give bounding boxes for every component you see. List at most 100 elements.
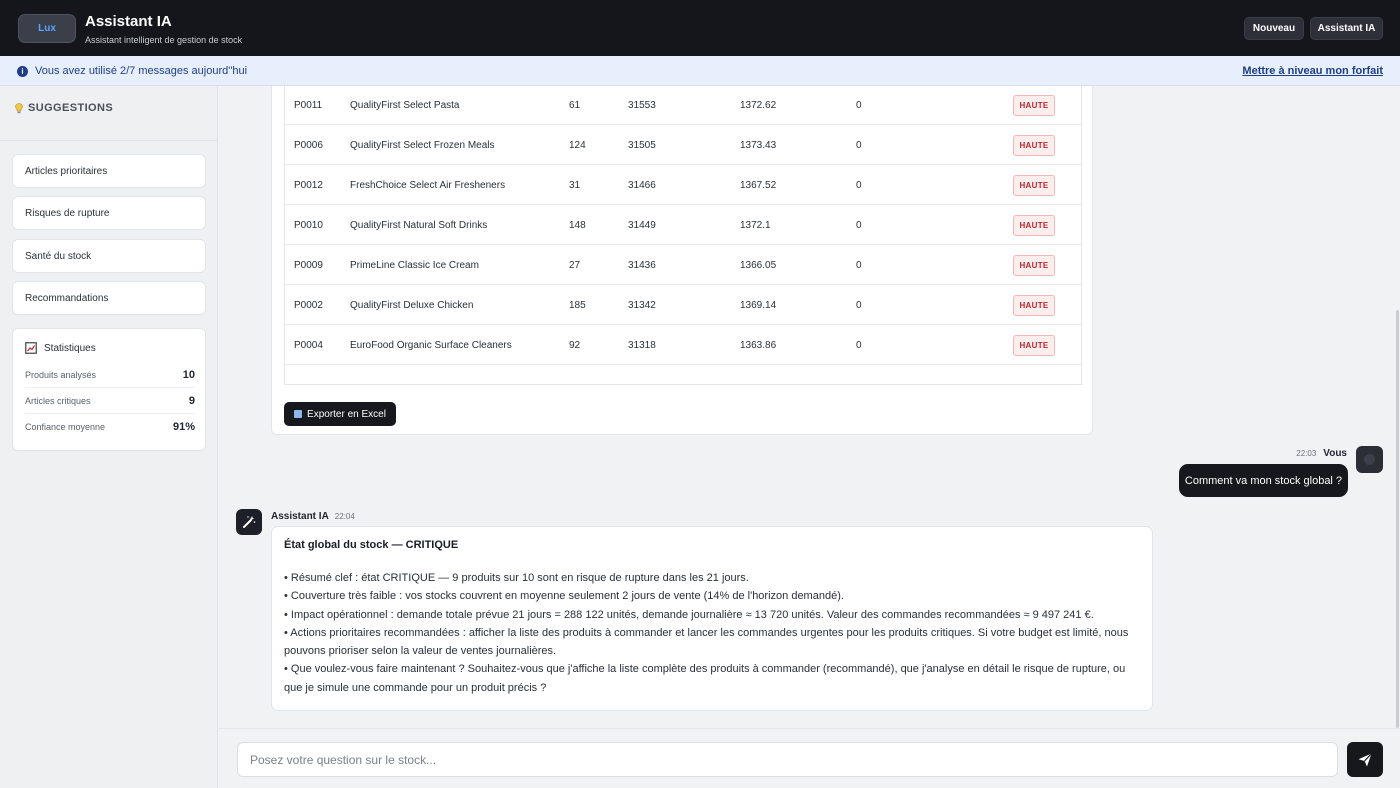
suggestion-recommendations[interactable]: Recommandations bbox=[12, 281, 206, 315]
cell-quantity: 31 bbox=[569, 179, 581, 191]
suggestion-stock-health[interactable]: Santé du stock bbox=[12, 239, 206, 273]
suggestions-title: SUGGESTIONS bbox=[28, 102, 114, 114]
ai-message-line: • Résumé clef : état CRITIQUE — 9 produi… bbox=[284, 572, 749, 584]
wand-icon bbox=[243, 516, 256, 528]
stat-label: Articles critiques bbox=[25, 395, 91, 406]
priority-cell: HAUTE bbox=[1013, 86, 1055, 125]
table-row: P0011 QualityFirst Select Pasta 61 31553 137… bbox=[285, 86, 1081, 125]
cell-product-id: P0012 bbox=[294, 179, 323, 191]
cell-stock: 0 bbox=[856, 219, 862, 231]
priority-badge: HAUTE bbox=[1013, 214, 1055, 236]
priority-cell: HAUTE bbox=[1013, 165, 1055, 205]
upgrade-plan-link[interactable]: Mettre à niveau mon forfait bbox=[1242, 65, 1383, 77]
cell-product-id: P0009 bbox=[294, 259, 323, 271]
export-excel-button[interactable]: Exporter en Excel bbox=[284, 402, 396, 426]
cell-stock: 0 bbox=[856, 259, 862, 271]
ai-message-line: • Que voulez-vous faire maintenant ? Sou… bbox=[284, 663, 1126, 694]
suggestion-priority-items[interactable]: Articles prioritaires bbox=[12, 154, 206, 188]
stat-label: Produits analysés bbox=[25, 369, 97, 380]
stat-value: 91% bbox=[172, 421, 195, 433]
products-table: P0011 QualityFirst Select Pasta 61 31553 137… bbox=[284, 86, 1082, 385]
cell-demand: 31318 bbox=[628, 339, 656, 351]
cell-stock: 0 bbox=[856, 139, 862, 151]
cell-stock: 0 bbox=[856, 339, 862, 351]
chat-area[interactable]: P0011 QualityFirst Select Pasta 61 31553 137… bbox=[219, 86, 1400, 728]
stats-heading: Statistiques bbox=[25, 342, 96, 354]
usage-text: Vous avez utilisé 2/7 messages aujourd''… bbox=[35, 65, 248, 77]
cell-quantity: 27 bbox=[569, 259, 581, 271]
send-button[interactable] bbox=[1347, 742, 1383, 777]
app-title: Assistant IA bbox=[85, 13, 172, 30]
assistant-button[interactable]: Assistant IA bbox=[1310, 17, 1383, 40]
question-input[interactable] bbox=[237, 742, 1338, 777]
table-row: P0002 QualityFirst Deluxe Chicken 185 31342… bbox=[285, 285, 1081, 325]
cell-product-id: P0006 bbox=[294, 139, 323, 151]
ai-message-line: • Impact opérationnel : demande totale p… bbox=[284, 608, 1094, 621]
stat-row-confidence: Confiance moyenne 91% bbox=[25, 414, 195, 440]
priority-badge: HAUTE bbox=[1013, 174, 1055, 196]
table-row: P0004 EuroFood Organic Surface Cleaners 92… bbox=[285, 325, 1081, 365]
suggestion-stockout-risks[interactable]: Risques de rupture bbox=[12, 196, 206, 230]
priority-badge: HAUTE bbox=[1013, 94, 1055, 116]
composer bbox=[219, 728, 1400, 788]
info-icon: i bbox=[17, 66, 28, 77]
divider bbox=[0, 140, 218, 141]
cell-stock: 0 bbox=[856, 299, 862, 311]
priority-badge: HAUTE bbox=[1013, 254, 1055, 276]
cell-quantity: 61 bbox=[569, 99, 581, 111]
cell-quantity: 92 bbox=[569, 339, 581, 351]
cell-demand: 31342 bbox=[628, 299, 656, 311]
app-header: Lux Assistant IA Assistant intelligent d… bbox=[0, 0, 1400, 56]
cell-stock: 0 bbox=[856, 99, 862, 111]
send-icon bbox=[1358, 752, 1372, 766]
message-time: 22:03 bbox=[1296, 449, 1317, 458]
user-avatar bbox=[1356, 446, 1383, 473]
stat-value: 10 bbox=[182, 368, 195, 381]
cell-product-name: FreshChoice Select Air Fresheners bbox=[350, 179, 506, 191]
ai-message-line: • Actions prioritaires recommandées : af… bbox=[284, 626, 1129, 658]
stats-card: Statistiques Produits analysés 10 Articl… bbox=[12, 328, 206, 451]
user-icon bbox=[1364, 454, 1375, 465]
cell-demand: 31449 bbox=[628, 219, 656, 231]
cell-product-name: QualityFirst Select Pasta bbox=[350, 99, 460, 111]
stat-label: Confiance moyenne bbox=[25, 422, 106, 432]
priority-badge: HAUTE bbox=[1013, 134, 1055, 156]
cell-value: 1372.62 bbox=[740, 99, 777, 111]
ai-message-title: État global du stock — CRITIQUE bbox=[284, 539, 459, 551]
message-author: Assistant IA bbox=[271, 511, 329, 522]
cell-demand: 31436 bbox=[628, 259, 656, 271]
table-row: P0012 FreshChoice Select Air Fresheners 31… bbox=[285, 165, 1081, 205]
user-message-meta: 22:03 Vous bbox=[1296, 448, 1347, 459]
cell-demand: 31505 bbox=[628, 139, 656, 151]
stat-row-analyzed: Produits analysés 10 bbox=[25, 362, 195, 388]
cell-product-id: P0004 bbox=[294, 339, 323, 351]
cell-product-name: EuroFood Organic Surface Cleaners bbox=[350, 339, 512, 351]
priority-cell: HAUTE bbox=[1013, 285, 1055, 325]
lightbulb-icon bbox=[15, 102, 23, 113]
scrollbar[interactable] bbox=[1396, 310, 1399, 728]
priority-cell: HAUTE bbox=[1013, 205, 1055, 245]
cell-value: 1373.43 bbox=[740, 139, 777, 151]
cell-stock: 0 bbox=[856, 179, 862, 191]
cell-demand: 31466 bbox=[628, 179, 656, 191]
app-logo: Lux bbox=[18, 14, 76, 43]
user-message-bubble: Comment va mon stock global ? bbox=[1179, 464, 1348, 497]
cell-product-id: P0010 bbox=[294, 219, 323, 231]
ai-message-card: État global du stock — CRITIQUE • Résumé… bbox=[271, 526, 1153, 711]
cell-product-id: P0011 bbox=[294, 99, 323, 111]
ai-table-message: P0011 QualityFirst Select Pasta 61 31553 137… bbox=[271, 86, 1093, 435]
cell-product-name: QualityFirst Deluxe Chicken bbox=[350, 299, 474, 311]
message-time: 22:04 bbox=[334, 512, 355, 521]
cell-quantity: 148 bbox=[569, 219, 586, 231]
cell-value: 1366.05 bbox=[740, 259, 777, 271]
chart-icon bbox=[25, 342, 37, 354]
cell-quantity: 124 bbox=[569, 139, 586, 151]
cell-value: 1363.86 bbox=[740, 339, 777, 351]
suggestions-heading: SUGGESTIONS bbox=[15, 102, 113, 114]
spreadsheet-icon bbox=[294, 410, 303, 418]
cell-product-id: P0002 bbox=[294, 299, 323, 311]
new-chat-button[interactable]: Nouveau bbox=[1244, 17, 1304, 40]
ai-message-meta: Assistant IA 22:04 bbox=[271, 511, 355, 522]
cell-value: 1372.1 bbox=[740, 219, 771, 231]
cell-product-name: QualityFirst Natural Soft Drinks bbox=[350, 219, 488, 231]
